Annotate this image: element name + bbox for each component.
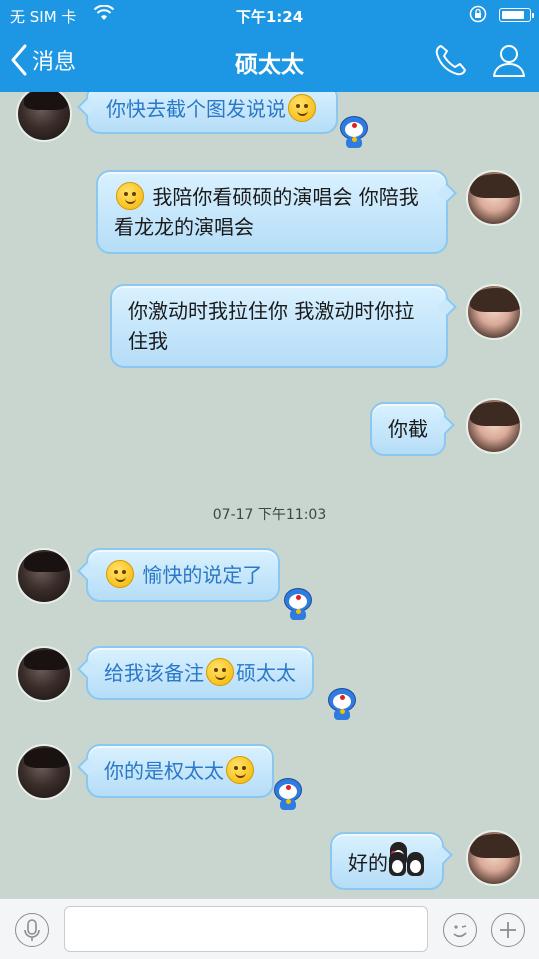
penguin-couple-emoji-icon: ♥ bbox=[388, 842, 426, 878]
message-bubble[interactable]: 愉快的说定了 bbox=[77, 548, 281, 602]
message-bubble[interactable]: 你激动时我拉住你 我激动时你拉住我 bbox=[110, 284, 457, 368]
voice-button[interactable] bbox=[15, 913, 49, 947]
kiss-emoji-icon bbox=[226, 756, 254, 784]
phone-button[interactable] bbox=[433, 42, 469, 82]
doraemon-sticker-icon bbox=[282, 586, 314, 622]
profile-button[interactable] bbox=[491, 42, 527, 82]
status-bar: 无 SIM 卡 下午1:24 bbox=[0, 0, 539, 30]
avatar-self[interactable] bbox=[466, 170, 522, 226]
avatar-contact[interactable] bbox=[16, 744, 72, 800]
message-bubble[interactable]: 你快去截个图发说说 bbox=[77, 92, 338, 134]
message-bubble[interactable]: 好的♥ bbox=[330, 832, 453, 890]
message-text: 你的是权太太 bbox=[104, 759, 224, 783]
avatar-self[interactable] bbox=[466, 284, 522, 340]
message-input[interactable] bbox=[64, 906, 428, 952]
profile-icon bbox=[491, 45, 527, 82]
avatar-contact[interactable] bbox=[16, 548, 72, 604]
laughing-emoji-icon bbox=[288, 94, 316, 122]
input-bar bbox=[0, 898, 539, 959]
avatar-self[interactable] bbox=[466, 830, 522, 886]
plus-icon bbox=[492, 922, 524, 950]
chat-area[interactable]: 你快去截个图发说说 我陪你看硕硕的演唱会 你陪我看龙龙的演唱会 你激动时我拉住你… bbox=[0, 92, 539, 898]
message-text-part-a: 给我该备注 bbox=[104, 661, 204, 685]
battery-icon bbox=[499, 8, 534, 22]
emoji-icon bbox=[444, 925, 476, 950]
laughing-emoji-icon bbox=[116, 182, 144, 210]
message-bubble[interactable]: 你截 bbox=[370, 402, 455, 456]
nav-bar: 消息 硕太太 bbox=[0, 30, 539, 92]
doraemon-sticker-icon bbox=[272, 776, 304, 812]
message-text: 我陪你看硕硕的演唱会 你陪我看龙龙的演唱会 bbox=[114, 185, 419, 239]
message-bubble[interactable]: 你的是权太太 bbox=[77, 744, 274, 798]
message-bubble[interactable]: 我陪你看硕硕的演唱会 你陪我看龙龙的演唱会 bbox=[96, 170, 457, 254]
message-text-part-b: 硕太太 bbox=[236, 661, 296, 685]
more-button[interactable] bbox=[491, 913, 525, 947]
doraemon-sticker-icon bbox=[326, 686, 358, 722]
message-bubble[interactable]: 给我该备注 硕太太 bbox=[77, 646, 314, 700]
message-text: 好的 bbox=[348, 851, 388, 875]
timestamp: 07-17 下午11:03 bbox=[212, 507, 327, 523]
doraemon-sticker-icon bbox=[338, 114, 370, 150]
emoji-button[interactable] bbox=[443, 913, 477, 947]
message-text: 你快去截个图发说说 bbox=[106, 97, 286, 121]
avatar-contact[interactable] bbox=[16, 92, 72, 142]
status-time: 下午1:24 bbox=[235, 8, 304, 26]
avatar-contact[interactable] bbox=[16, 646, 72, 702]
message-text: 你激动时我拉住你 我激动时你拉住我 bbox=[128, 299, 415, 353]
smile-emoji-icon bbox=[106, 560, 134, 588]
shy-emoji-icon bbox=[206, 658, 234, 686]
avatar-self[interactable] bbox=[466, 398, 522, 454]
phone-icon bbox=[433, 45, 469, 82]
orientation-lock-icon bbox=[469, 5, 487, 27]
message-text: 愉快的说定了 bbox=[142, 563, 263, 587]
microphone-icon bbox=[16, 919, 48, 950]
message-text: 你截 bbox=[388, 417, 428, 441]
